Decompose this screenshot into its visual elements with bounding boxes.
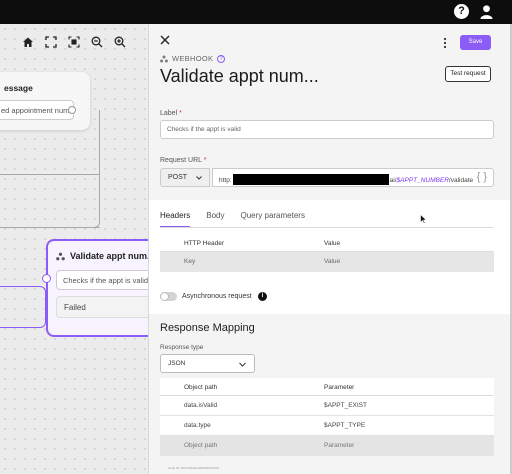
message-node-field[interactable]: ed appointment num... [0, 100, 74, 120]
save-button[interactable]: Save [460, 35, 491, 50]
close-icon[interactable] [160, 35, 170, 45]
webhook-settings-panel: Save WEBHOOK ? Validate appt num... Test… [148, 24, 510, 474]
connector-line [0, 174, 100, 175]
table-row-new[interactable]: Object path Parameter [160, 436, 494, 456]
parameter-cell[interactable]: $APPT_EXIST [324, 402, 367, 409]
column-http-header: HTTP Header [184, 240, 224, 247]
top-bar: ? [0, 0, 512, 24]
method-value: POST [168, 174, 188, 181]
more-options-icon[interactable] [442, 37, 448, 49]
chevron-down-icon [196, 176, 202, 180]
object-path-cell[interactable]: data.type [184, 422, 211, 429]
validate-node-field[interactable]: Checks if the appt is valid [56, 270, 150, 290]
url-mid: ai/ [389, 177, 397, 184]
tab-headers[interactable]: Headers [160, 206, 191, 228]
fit-view-icon[interactable] [39, 30, 62, 54]
column-object-path: Object path [184, 384, 218, 391]
mapping-table-header: Object path Parameter [160, 378, 494, 396]
response-type-value: JSON [168, 360, 186, 367]
column-parameter: Parameter [324, 384, 355, 391]
url-suffix: /validate [448, 177, 474, 184]
object-path-placeholder[interactable]: Object path [184, 442, 217, 449]
validate-node-title: Validate appt num... [70, 251, 150, 261]
column-value: Value [324, 240, 341, 247]
chevron-down-icon [239, 362, 246, 367]
headers-new-row[interactable]: Key Value [160, 252, 494, 272]
node-input-port[interactable] [42, 274, 51, 283]
request-url-label: Request URL * [160, 157, 207, 164]
flow-canvas[interactable]: essage ed appointment num... Validate ap… [0, 24, 150, 474]
parameter-placeholder[interactable]: Parameter [324, 442, 354, 449]
message-node-title: essage [4, 83, 33, 93]
parameter-cell[interactable]: $APPT_TYPE [324, 422, 365, 429]
webhook-icon [160, 55, 168, 62]
connector-line [86, 110, 100, 228]
node-output-port[interactable] [68, 106, 76, 114]
node-type-label: WEBHOOK [172, 54, 214, 63]
node-id-footer: Node ID: 6a7b2c9d4e1f0a3b5c8d7e6f [168, 466, 219, 470]
tabs-divider [160, 227, 494, 228]
url-variable: $APPT_NUMBER [396, 177, 449, 184]
failed-branch[interactable]: Failed [56, 296, 150, 318]
info-icon[interactable]: i [258, 292, 267, 301]
key-placeholder[interactable]: Key [184, 258, 195, 265]
message-node[interactable]: essage ed appointment num... [0, 72, 90, 130]
user-icon[interactable] [479, 4, 494, 19]
label-input[interactable]: Checks if the appt is valid [160, 120, 494, 139]
page-title: Validate appt num... [160, 66, 319, 86]
help-icon[interactable]: ? [217, 54, 226, 63]
table-row[interactable]: data.type $APPT_TYPE [160, 416, 494, 436]
label-field-label: Label * [160, 110, 182, 117]
focus-icon[interactable] [62, 30, 85, 54]
connector-line [0, 227, 100, 228]
webhook-icon [56, 252, 65, 261]
variable-picker-icon[interactable]: { } [477, 171, 487, 183]
canvas-toolbar [16, 30, 131, 54]
response-mapping-table: Object path Parameter data.isValid $APPT… [160, 378, 494, 456]
response-type-select[interactable]: JSON [160, 354, 255, 373]
async-toggle[interactable] [160, 292, 177, 301]
mouse-cursor-icon [420, 214, 427, 224]
zoom-out-icon[interactable] [85, 30, 108, 54]
zoom-in-icon[interactable] [108, 30, 131, 54]
test-request-button[interactable]: Test request [445, 66, 491, 82]
url-prefix: http: [219, 177, 232, 184]
response-mapping-title: Response Mapping [160, 322, 255, 334]
home-icon[interactable] [16, 30, 39, 54]
node-type: WEBHOOK ? [160, 54, 226, 63]
async-label: Asynchronous request [182, 293, 252, 300]
toggle-knob [160, 292, 169, 301]
tab-body[interactable]: Body [206, 206, 224, 228]
help-icon[interactable]: ? [454, 4, 469, 19]
response-type-label: Response type [160, 344, 204, 351]
request-url-input[interactable]: http: ai/$APPT_NUMBER/validate { } [212, 168, 494, 187]
redacted-block [232, 174, 389, 185]
table-row[interactable]: data.isValid $APPT_EXIST [160, 396, 494, 416]
selected-connector [0, 286, 46, 328]
validate-node[interactable]: Validate appt num... Checks if the appt … [42, 239, 150, 337]
value-placeholder[interactable]: Value [324, 258, 340, 265]
object-path-cell[interactable]: data.isValid [184, 402, 217, 409]
tab-query-parameters[interactable]: Query parameters [240, 206, 304, 228]
method-select[interactable]: POST [160, 168, 210, 187]
request-tabs: Headers Body Query parameters [160, 206, 305, 228]
headers-table-header: HTTP Header Value [160, 234, 494, 252]
